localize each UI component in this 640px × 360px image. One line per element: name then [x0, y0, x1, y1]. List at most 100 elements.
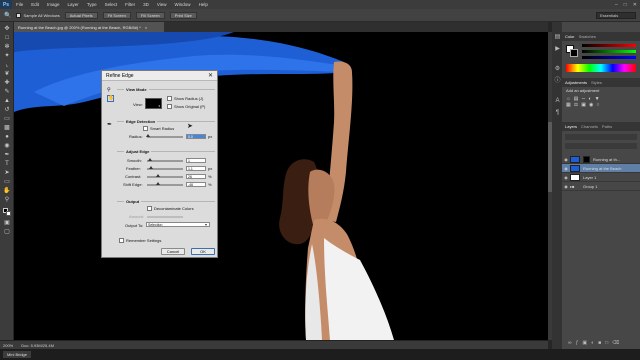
- radius-slider[interactable]: [146, 134, 183, 138]
- zoom-level[interactable]: 200%: [3, 343, 13, 348]
- mask-icon[interactable]: ▣: [582, 340, 591, 346]
- minimize-button[interactable]: –: [615, 2, 618, 8]
- shape-tool-icon[interactable]: ▭: [3, 179, 11, 186]
- visibility-eye-icon[interactable]: ◉: [562, 157, 570, 162]
- tab-swatches[interactable]: Swatches: [579, 34, 596, 39]
- slider-knob[interactable]: [148, 158, 152, 161]
- clone-stamp-tool-icon[interactable]: ▲: [3, 98, 11, 105]
- eraser-tool-icon[interactable]: ▭: [3, 116, 11, 123]
- tab-layers[interactable]: Layers: [565, 124, 577, 129]
- screen-mode-icon[interactable]: ▢: [3, 229, 11, 236]
- menu-edit[interactable]: Edit: [27, 2, 43, 7]
- link-icon[interactable]: ∞: [568, 340, 576, 346]
- crop-tool-icon[interactable]: ⌞: [3, 62, 11, 69]
- shift-edge-slider[interactable]: [147, 182, 183, 186]
- menu-help[interactable]: Help: [195, 2, 212, 7]
- visibility-eye-icon[interactable]: ◉: [562, 184, 570, 189]
- history-panel-icon[interactable]: ▤: [554, 34, 561, 41]
- tab-channels[interactable]: Channels: [581, 124, 598, 129]
- color-spectrum[interactable]: [566, 64, 636, 72]
- color-swatches-icon[interactable]: [3, 208, 11, 217]
- ok-button[interactable]: OK: [191, 248, 215, 255]
- shift-edge-input[interactable]: -46: [186, 182, 206, 187]
- menu-type[interactable]: Type: [83, 2, 101, 7]
- tab-adjustments[interactable]: Adjustments: [565, 80, 587, 85]
- blend-mode-row[interactable]: [565, 143, 637, 149]
- smooth-input[interactable]: 1: [186, 158, 206, 163]
- close-window-button[interactable]: ✕: [633, 2, 637, 8]
- channel-mixer-icon[interactable]: ○: [596, 102, 602, 108]
- view-mode-thumbnail[interactable]: ▾: [145, 98, 162, 109]
- decontaminate-colors-checkbox[interactable]: [147, 206, 152, 211]
- gradient-tool-icon[interactable]: ▩: [3, 125, 11, 132]
- info-panel-icon[interactable]: ⓘ: [554, 78, 561, 85]
- show-radius-checkbox[interactable]: [167, 96, 172, 101]
- contrast-input[interactable]: 26: [186, 174, 206, 179]
- path-selection-tool-icon[interactable]: ➤: [3, 170, 11, 177]
- visibility-eye-icon[interactable]: ◉: [562, 166, 570, 171]
- output-to-select[interactable]: Selection: [146, 222, 210, 227]
- brush-tool-icon[interactable]: ✎: [3, 89, 11, 96]
- remember-settings-checkbox[interactable]: [119, 238, 124, 243]
- marquee-tool-icon[interactable]: □: [3, 35, 11, 42]
- close-tab-icon[interactable]: ×: [145, 25, 147, 30]
- menu-view[interactable]: View: [153, 2, 171, 7]
- slider-knob[interactable]: [146, 134, 150, 137]
- layer-row[interactable]: ◉ Layer 1: [562, 173, 640, 182]
- pen-tool-icon[interactable]: ✒: [3, 152, 11, 159]
- healing-brush-tool-icon[interactable]: ✚: [3, 80, 11, 87]
- slider-knob[interactable]: [149, 166, 153, 169]
- properties-panel-icon[interactable]: ⚙: [554, 66, 561, 73]
- blur-tool-icon[interactable]: ●: [3, 134, 11, 141]
- trash-icon[interactable]: ⌫: [612, 340, 623, 346]
- dodge-tool-icon[interactable]: ◉: [3, 143, 11, 150]
- menu-select[interactable]: Select: [101, 2, 122, 7]
- fit-screen-button[interactable]: Fit Screen: [102, 11, 131, 19]
- lasso-tool-icon[interactable]: ✻: [3, 44, 11, 51]
- paragraph-panel-icon[interactable]: ¶: [554, 110, 561, 117]
- type-tool-icon[interactable]: T: [3, 161, 11, 168]
- radius-input[interactable]: 0.0: [186, 134, 206, 139]
- actual-pixels-button[interactable]: Actual Pixels: [64, 11, 98, 19]
- quick-select-tool-icon[interactable]: ✦: [3, 53, 11, 60]
- menu-image[interactable]: Image: [43, 2, 64, 7]
- cancel-button[interactable]: Cancel: [161, 248, 185, 255]
- color-slider-g[interactable]: [582, 50, 636, 53]
- maximize-button[interactable]: □: [624, 2, 627, 8]
- show-original-checkbox[interactable]: [167, 104, 172, 109]
- hand-tool-icon[interactable]: ✋: [107, 95, 114, 102]
- menu-3d[interactable]: 3D: [139, 2, 153, 7]
- feather-slider[interactable]: [147, 166, 183, 170]
- hue-saturation-icon[interactable]: ▦: [566, 102, 574, 108]
- layer-row[interactable]: ◉ Running at th...: [562, 155, 640, 164]
- tab-color[interactable]: Color: [565, 34, 575, 39]
- close-icon[interactable]: ✕: [208, 72, 213, 79]
- zoom-tool-icon[interactable]: ⚲: [107, 87, 111, 93]
- menu-filter[interactable]: Filter: [121, 2, 139, 7]
- zoom-tool-icon[interactable]: ⚲: [3, 197, 11, 204]
- refine-radius-tool-icon[interactable]: ✒: [107, 121, 112, 128]
- actions-panel-icon[interactable]: ▶: [554, 46, 561, 53]
- document-tab[interactable]: Running at the Beach.jpg @ 200% (Running…: [14, 22, 164, 32]
- mini-bridge-tab[interactable]: Mini Bridge: [3, 351, 32, 358]
- smart-radius-checkbox[interactable]: [143, 126, 148, 131]
- layer-row[interactable]: ◉ ▸■ Group 1: [562, 182, 640, 191]
- feather-input[interactable]: 1.1: [186, 166, 206, 171]
- slider-knob[interactable]: [156, 182, 160, 185]
- contrast-slider[interactable]: [147, 174, 183, 178]
- color-slider-b[interactable]: [582, 56, 636, 59]
- visibility-eye-icon[interactable]: ◉: [562, 175, 570, 180]
- black-white-icon[interactable]: ▣: [581, 102, 589, 108]
- fill-screen-button[interactable]: Fill Screen: [135, 11, 165, 19]
- document-canvas[interactable]: [14, 32, 548, 340]
- move-tool-icon[interactable]: ✥: [3, 26, 11, 33]
- character-panel-icon[interactable]: A: [554, 98, 561, 105]
- smooth-slider[interactable]: [147, 158, 183, 162]
- workspace-select[interactable]: Essentials: [596, 12, 636, 19]
- history-brush-tool-icon[interactable]: ↺: [3, 107, 11, 114]
- print-size-button[interactable]: Print Size: [169, 11, 197, 19]
- quick-mask-icon[interactable]: ▣: [3, 220, 11, 227]
- tab-paths[interactable]: Paths: [602, 124, 612, 129]
- hand-tool-icon[interactable]: ✋: [3, 188, 11, 195]
- menu-window[interactable]: Window: [171, 2, 195, 7]
